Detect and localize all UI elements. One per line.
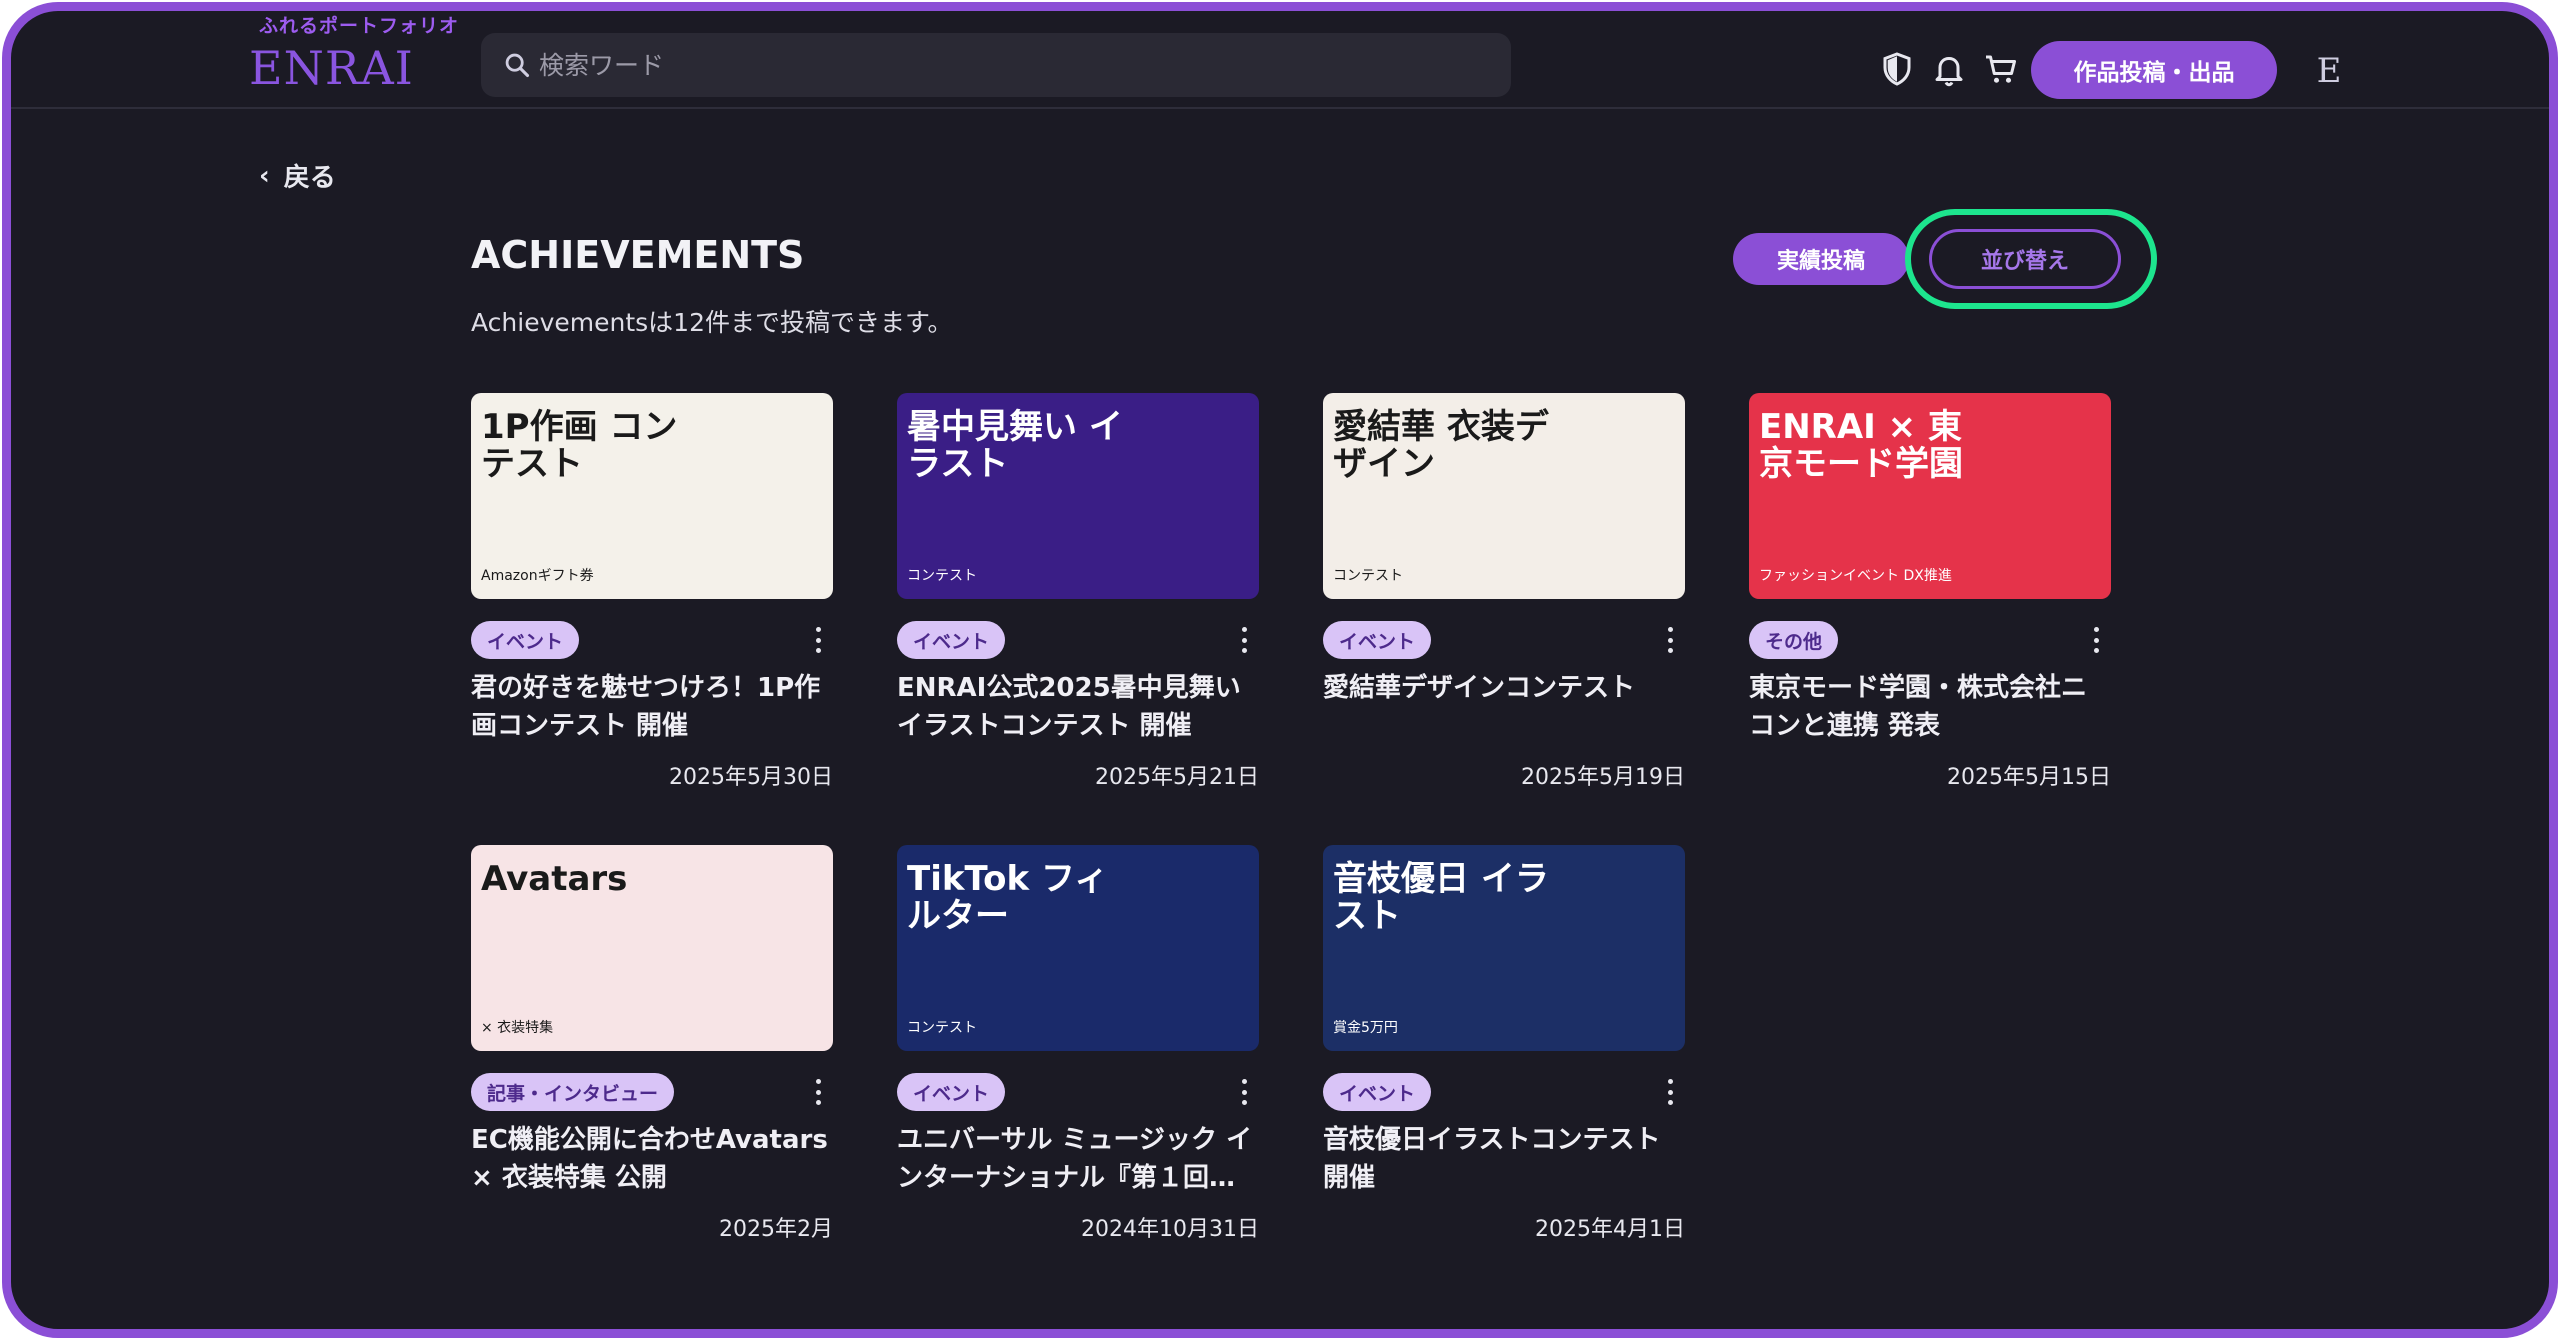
- bell-icon[interactable]: [1931, 51, 1967, 87]
- post-work-button[interactable]: 作品投稿・出品: [2031, 41, 2277, 99]
- shield-icon[interactable]: [1879, 51, 1915, 87]
- chevron-left-icon: ‹: [259, 160, 270, 191]
- card-title[interactable]: 愛結華デザインコンテスト: [1323, 669, 1685, 707]
- card-thumbnail[interactable]: ENRAI × 東京モード学園 ファッションイベント DX推進: [1749, 393, 2111, 599]
- thumbnail-headline: TikTok フィルター: [907, 859, 1109, 937]
- card-date: 2025年5月30日: [669, 765, 833, 790]
- card-title[interactable]: ユニバーサル ミュージック インターナショナル『第１回 TikTok フィルター…: [897, 1121, 1259, 1197]
- thumbnail-headline: 暑中見舞い イラスト: [907, 407, 1123, 485]
- thumbnail-headline: 愛結華 衣装デザイン: [1333, 407, 1549, 485]
- card-title[interactable]: 音枝優日イラストコンテスト 開催: [1323, 1121, 1685, 1197]
- achievement-card[interactable]: ENRAI × 東京モード学園 ファッションイベント DX推進 その他 東京モー…: [1749, 393, 2111, 793]
- thumbnail-caption: 賞金5万円: [1333, 1020, 1398, 1036]
- card-thumbnail[interactable]: Avatars × 衣装特集: [471, 845, 833, 1051]
- search-icon: [503, 51, 531, 79]
- card-thumbnail[interactable]: 愛結華 衣装デザイン コンテスト: [1323, 393, 1685, 599]
- thumbnail-caption: ファッションイベント DX推進: [1759, 568, 1952, 584]
- more-options-icon[interactable]: [809, 1075, 827, 1109]
- category-badge: イベント: [897, 621, 1006, 659]
- card-date: 2025年5月19日: [1521, 765, 1685, 790]
- achievements-grid: 1P作画 コンテスト Amazonギフト券 イベント 君の好きを魅せつけろ！1P…: [471, 393, 2171, 1253]
- category-badge: 記事・インタビュー: [471, 1073, 675, 1111]
- card-thumbnail[interactable]: 1P作画 コンテスト Amazonギフト券: [471, 393, 833, 599]
- category-badge: イベント: [1323, 621, 1432, 659]
- card-date: 2025年5月15日: [1947, 765, 2111, 790]
- category-badge: イベント: [897, 1073, 1006, 1111]
- category-badge: イベント: [471, 621, 580, 659]
- card-date: 2025年5月21日: [1095, 765, 1259, 790]
- thumbnail-headline: ENRAI × 東京モード学園: [1759, 407, 1963, 485]
- app-window: ふれるポートフォリオ ENRAI 作品投稿・出品 E ‹ 戻る ACHIEVEM…: [2, 2, 2558, 1338]
- user-avatar[interactable]: E: [2309, 51, 2349, 91]
- card-title[interactable]: EC機能公開に合わせAvatars × 衣装特集 公開: [471, 1121, 833, 1197]
- page-title: ACHIEVEMENTS: [471, 233, 805, 277]
- card-date: 2024年10月31日: [1081, 1217, 1259, 1242]
- thumbnail-caption: × 衣装特集: [481, 1020, 554, 1036]
- logo-wordmark: ENRAI: [249, 41, 414, 95]
- thumbnail-headline: Avatars: [481, 859, 628, 899]
- thumbnail-caption: Amazonギフト券: [481, 568, 594, 584]
- card-title[interactable]: 東京モード学園・株式会社ニコンと連携 発表: [1749, 669, 2111, 745]
- achievement-card[interactable]: 暑中見舞い イラスト コンテスト イベント ENRAI公式2025暑中見舞いイラ…: [897, 393, 1259, 793]
- search-bar[interactable]: [481, 33, 1511, 97]
- cart-icon[interactable]: [1983, 51, 2019, 87]
- more-options-icon[interactable]: [1235, 1075, 1253, 1109]
- achievement-card[interactable]: 愛結華 衣装デザイン コンテスト イベント 愛結華デザインコンテスト 2025年…: [1323, 393, 1685, 793]
- achievement-card[interactable]: 音枝優日 イラスト 賞金5万円 イベント 音枝優日イラストコンテスト 開催 20…: [1323, 845, 1685, 1245]
- card-title[interactable]: ENRAI公式2025暑中見舞いイラストコンテスト 開催: [897, 669, 1259, 745]
- thumbnail-headline: 1P作画 コンテスト: [481, 407, 678, 485]
- thumbnail-caption: コンテスト: [907, 568, 977, 584]
- card-date: 2025年4月1日: [1535, 1217, 1685, 1242]
- achievement-card[interactable]: Avatars × 衣装特集 記事・インタビュー EC機能公開に合わせAvata…: [471, 845, 833, 1245]
- page-subtitle: Achievementsは12件まで投稿できます。: [471, 308, 953, 337]
- thumbnail-headline: 音枝優日 イラスト: [1333, 859, 1549, 937]
- card-date: 2025年2月: [719, 1217, 833, 1242]
- logo-tagline: ふれるポートフォリオ: [259, 15, 460, 37]
- enrai-logo[interactable]: ふれるポートフォリオ ENRAI: [239, 11, 458, 107]
- achievement-card[interactable]: TikTok フィルター コンテスト イベント ユニバーサル ミュージック イン…: [897, 845, 1259, 1245]
- more-options-icon[interactable]: [1661, 623, 1679, 657]
- back-link[interactable]: ‹ 戻る: [259, 157, 336, 194]
- more-options-icon[interactable]: [1661, 1075, 1679, 1109]
- category-badge: イベント: [1323, 1073, 1432, 1111]
- top-header: ふれるポートフォリオ ENRAI 作品投稿・出品 E: [11, 11, 2549, 109]
- more-options-icon[interactable]: [809, 623, 827, 657]
- card-thumbnail[interactable]: TikTok フィルター コンテスト: [897, 845, 1259, 1051]
- sort-button[interactable]: 並び替え: [1929, 229, 2121, 289]
- card-title[interactable]: 君の好きを魅せつけろ！1P作画コンテスト 開催: [471, 669, 833, 745]
- category-badge: その他: [1749, 621, 1839, 659]
- thumbnail-caption: コンテスト: [1333, 568, 1403, 584]
- submit-achievement-button[interactable]: 実績投稿: [1733, 233, 1909, 285]
- more-options-icon[interactable]: [2087, 623, 2105, 657]
- achievement-card[interactable]: 1P作画 コンテスト Amazonギフト券 イベント 君の好きを魅せつけろ！1P…: [471, 393, 833, 793]
- search-input[interactable]: [539, 33, 1479, 97]
- card-thumbnail[interactable]: 暑中見舞い イラスト コンテスト: [897, 393, 1259, 599]
- thumbnail-caption: コンテスト: [907, 1020, 977, 1036]
- back-label: 戻る: [283, 163, 336, 193]
- more-options-icon[interactable]: [1235, 623, 1253, 657]
- card-thumbnail[interactable]: 音枝優日 イラスト 賞金5万円: [1323, 845, 1685, 1051]
